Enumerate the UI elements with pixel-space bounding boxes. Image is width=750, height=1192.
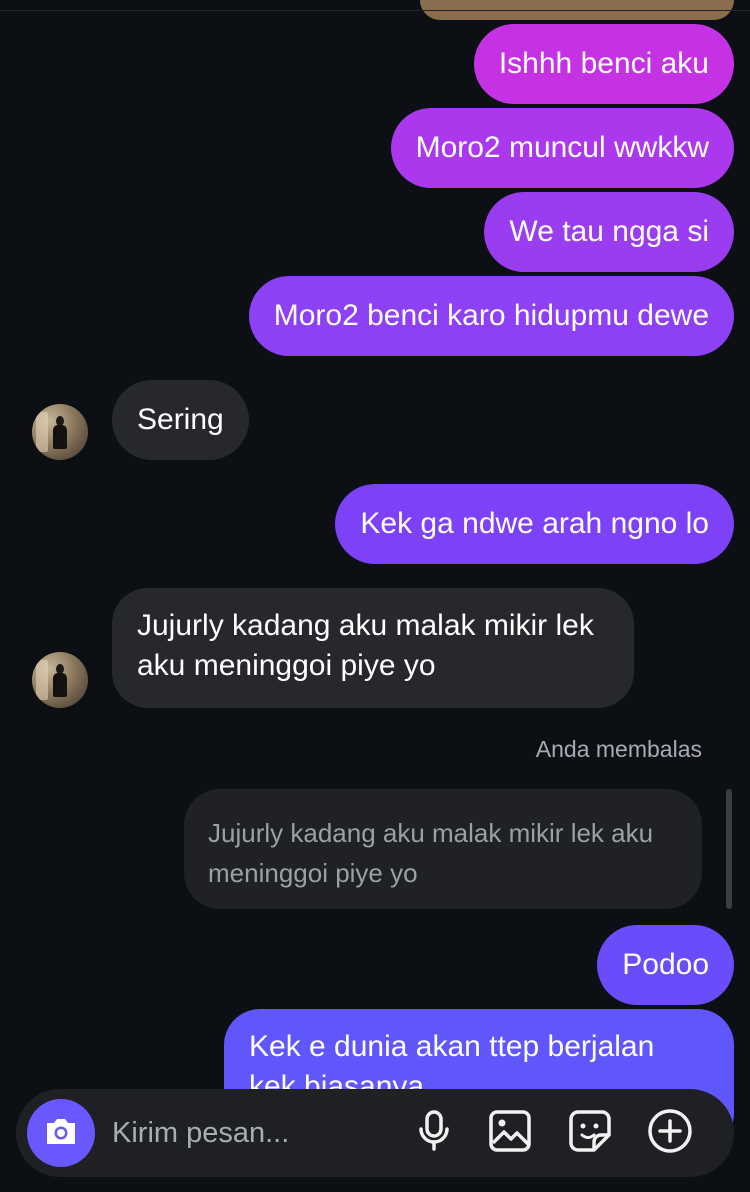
camera-button[interactable]: [27, 1099, 95, 1167]
voice-button[interactable]: [410, 1109, 458, 1157]
sticker-button[interactable]: [566, 1109, 614, 1157]
microphone-icon: [414, 1109, 454, 1158]
contact-avatar[interactable]: [32, 404, 88, 460]
camera-icon: [44, 1116, 78, 1151]
sticker-icon: [568, 1109, 612, 1158]
outgoing-message[interactable]: Ishhh benci aku: [473, 24, 734, 104]
reply-indicator-bar: [726, 789, 732, 909]
outgoing-message[interactable]: Kek ga ndwe arah ngno lo: [335, 484, 734, 564]
incoming-message[interactable]: Jujurly kadang aku malak mikir lek aku m…: [112, 588, 634, 708]
more-button[interactable]: [646, 1108, 694, 1159]
outgoing-message[interactable]: We tau ngga si: [484, 192, 734, 272]
contact-avatar[interactable]: [32, 652, 88, 708]
outgoing-message[interactable]: Podoo: [597, 925, 734, 1005]
header-divider: [0, 10, 750, 11]
chat-screen: Ishhh benci aku Moro2 muncul wwkkw We ta…: [0, 0, 750, 1192]
quoted-message[interactable]: Jujurly kadang aku malak mikir lek aku m…: [184, 789, 702, 909]
outgoing-message[interactable]: Moro2 benci karo hidupmu dewe: [248, 276, 734, 356]
incoming-message[interactable]: Sering: [112, 380, 249, 460]
message-input[interactable]: [112, 1111, 402, 1155]
reply-label: Anda membalas: [535, 736, 702, 762]
message-composer: [16, 1089, 734, 1177]
outgoing-message[interactable]: Moro2 muncul wwkkw: [390, 108, 734, 188]
gallery-button[interactable]: [486, 1109, 534, 1157]
add-icon: [647, 1108, 693, 1159]
gallery-icon: [488, 1109, 532, 1158]
